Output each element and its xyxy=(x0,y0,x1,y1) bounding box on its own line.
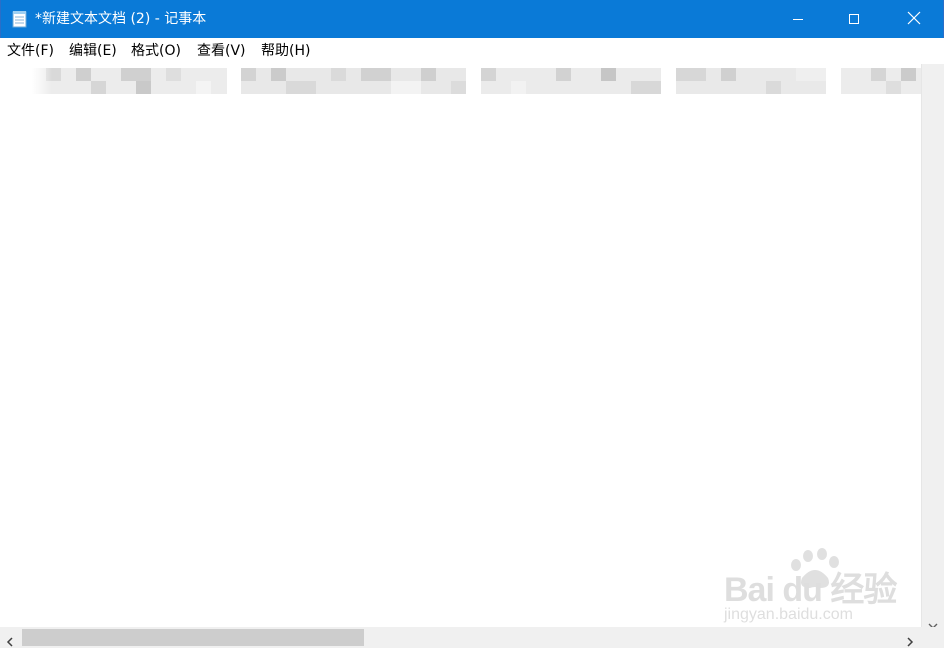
watermark-brand: Bai du 经验 xyxy=(724,571,897,609)
window-title: *新建文本文档 (2) - 记事本 xyxy=(35,11,207,27)
menu-bar: 文件(F) 编辑(E) 格式(O) 查看(V) 帮助(H) xyxy=(0,38,944,64)
menu-help[interactable]: 帮助(H) xyxy=(261,43,310,59)
menu-file[interactable]: 文件(F) xyxy=(7,43,54,59)
notepad-icon xyxy=(11,10,29,28)
baidu-jingyan-watermark: Bai du 经验 jingyan.baidu.com xyxy=(720,548,900,630)
chevron-down-icon[interactable] xyxy=(928,615,938,629)
minimize-icon xyxy=(792,10,804,29)
horizontal-scrollbar[interactable] xyxy=(0,627,921,648)
menu-format[interactable]: 格式(O) xyxy=(131,43,181,59)
horizontal-scrollbar-thumb[interactable] xyxy=(22,629,364,646)
close-icon xyxy=(907,10,921,29)
maximize-icon xyxy=(848,10,860,29)
chevron-left-icon[interactable] xyxy=(6,632,14,647)
scrollbar-corner xyxy=(921,627,944,648)
minimize-button[interactable] xyxy=(769,0,827,38)
close-button[interactable] xyxy=(885,0,943,38)
menu-edit[interactable]: 编辑(E) xyxy=(69,43,117,59)
vertical-scrollbar[interactable] xyxy=(921,64,944,629)
title-bar[interactable]: *新建文本文档 (2) - 记事本 xyxy=(0,0,944,38)
maximize-button[interactable] xyxy=(825,0,883,38)
text-editor[interactable] xyxy=(0,64,922,627)
pixelated-text-line xyxy=(32,66,922,94)
menu-view[interactable]: 查看(V) xyxy=(197,43,246,59)
watermark-url: jingyan.baidu.com xyxy=(724,606,853,623)
chevron-right-icon[interactable] xyxy=(906,632,914,647)
